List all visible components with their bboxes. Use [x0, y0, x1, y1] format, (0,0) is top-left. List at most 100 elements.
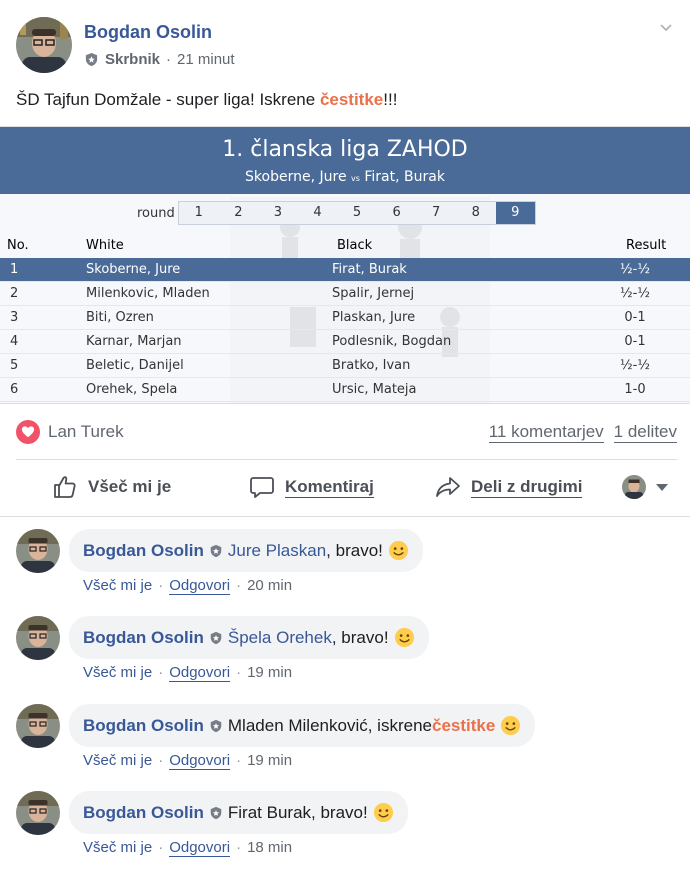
sub-vs: vs [351, 174, 360, 183]
row-no: 5 [10, 358, 19, 373]
avatar[interactable] [16, 529, 60, 573]
round-tab[interactable]: 5 [337, 202, 377, 224]
comment-highlight[interactable]: čestitke [432, 716, 495, 736]
round-tab[interactable]: 8 [456, 202, 496, 224]
admin-shield-icon [210, 631, 222, 644]
avatar[interactable] [16, 616, 60, 660]
table-row[interactable]: 5 Beletic, Danijel Bratko, Ivan ½-½ [0, 354, 690, 378]
comment-bubble: Bogdan Osolin Jure Plaskan, bravo! [69, 529, 423, 572]
author-avatar[interactable] [16, 17, 72, 73]
post-text: ŠD Tajfun Domžale - super liga! Iskrene … [16, 90, 397, 110]
sub-black: Firat, Burak [364, 169, 445, 185]
smile-emoji-icon [501, 715, 521, 736]
comment-like-link[interactable]: Všeč mi je [83, 577, 152, 595]
comment-reply-link[interactable]: Odgovori [169, 664, 231, 682]
row-no: 1 [10, 262, 19, 277]
share-button[interactable]: Deli z drugimi [435, 474, 583, 500]
table-row[interactable]: 1 Skoberne, Jure Firat, Burak ½-½ [0, 258, 690, 282]
table-row[interactable]: 2 Milenkovic, Mladen Spalir, Jernej ½-½ [0, 282, 690, 306]
admin-shield-icon [210, 544, 222, 557]
comment-like-link[interactable]: Všeč mi je [83, 839, 152, 857]
reaction-names[interactable]: Lan Turek [48, 422, 124, 442]
comment-author[interactable]: Bogdan Osolin [83, 541, 204, 561]
meta-separator: · [236, 839, 242, 856]
share-arrow-icon [436, 477, 460, 497]
thumbs-up-icon [54, 476, 76, 498]
admin-shield-icon [85, 52, 98, 67]
avatar[interactable] [16, 704, 60, 748]
round-tab[interactable]: 1 [179, 202, 219, 224]
post-as-selector[interactable] [622, 475, 668, 499]
avatar [622, 475, 646, 499]
round-tab[interactable]: 6 [377, 202, 417, 224]
round-tab[interactable]: 2 [219, 202, 259, 224]
col-header-result: Result [626, 238, 667, 253]
post-text-highlight[interactable]: čestitke [320, 90, 383, 109]
facebook-post: Bogdan Osolin Skrbnik · 21 minut ŠD Tajf… [0, 0, 690, 869]
table-row[interactable]: 3 Biti, Ozren Plaskan, Jure 0-1 [0, 306, 690, 330]
table-row[interactable]: 6 Orehek, Spela Ursic, Mateja 1-0 [0, 378, 690, 402]
league-title: 1. članska liga ZAHOD [222, 137, 468, 162]
league-results-image[interactable]: 1. članska liga ZAHOD Skoberne, Jure vs … [0, 126, 690, 404]
meta-separator: · [158, 839, 164, 856]
comment-bubble: Bogdan Osolin Mladen Milenković, iskrene… [69, 704, 536, 747]
sub-white: Skoberne, Jure [245, 169, 347, 185]
round-tab-active[interactable]: 9 [495, 202, 536, 224]
col-header-no: No. [7, 238, 29, 253]
comment-actions: Všeč mi je · Odgovori · 18 min [83, 839, 292, 857]
row-white: Beletic, Danijel [86, 358, 184, 373]
reactions-summary[interactable]: Lan Turek [16, 420, 124, 444]
avatar[interactable] [16, 791, 60, 835]
row-result: ½-½ [620, 262, 650, 277]
post-time[interactable]: 21 minut [177, 51, 235, 68]
comment-mention[interactable]: Špela Orehek [228, 628, 332, 648]
comment-author[interactable]: Bogdan Osolin [83, 716, 204, 736]
round-tab[interactable]: 7 [416, 202, 456, 224]
post-actions-bar: Všeč mi je Komentiraj Deli z drugimi [0, 466, 690, 510]
comment-time[interactable]: 18 min [247, 839, 292, 857]
meta-separator: · [158, 664, 164, 681]
like-label: Všeč mi je [88, 477, 172, 496]
shares-count-link[interactable]: 1 delitev [613, 422, 677, 443]
engagement-counts: 11 komentarjev 1 delitev [488, 422, 677, 443]
round-selector[interactable]: 1 2 3 4 5 6 7 8 9 [178, 201, 536, 225]
comment-actions: Všeč mi je · Odgovori · 20 min [83, 577, 292, 595]
round-tab[interactable]: 3 [258, 202, 298, 224]
table-row[interactable]: 4 Karnar, Marjan Podlesnik, Bogdan 0-1 [0, 330, 690, 354]
meta-separator: · [158, 752, 164, 769]
comment-time[interactable]: 20 min [247, 577, 292, 595]
row-black: Firat, Burak [332, 262, 407, 277]
comment-time[interactable]: 19 min [247, 752, 292, 770]
comment-text: , bravo! [326, 540, 383, 560]
row-black: Plaskan, Jure [332, 310, 416, 325]
row-black: Bratko, Ivan [332, 358, 411, 373]
round-tab[interactable]: 4 [298, 202, 338, 224]
row-black: Spalir, Jernej [332, 286, 415, 301]
comment-like-link[interactable]: Všeč mi je [83, 752, 152, 770]
row-result: 0-1 [624, 310, 646, 325]
chevron-down-icon[interactable] [658, 20, 674, 36]
comment-button[interactable]: Komentiraj [249, 474, 374, 500]
comment-author[interactable]: Bogdan Osolin [83, 628, 204, 648]
comment-author[interactable]: Bogdan Osolin [83, 803, 204, 823]
comment-text: Firat Burak, bravo! [227, 802, 368, 822]
like-button[interactable]: Všeč mi je [52, 474, 171, 500]
comments-count-link[interactable]: 11 komentarjev [488, 422, 604, 443]
row-white: Karnar, Marjan [86, 334, 182, 349]
round-label: round [137, 206, 175, 221]
meta-separator: · [166, 51, 172, 68]
comment-reply-link[interactable]: Odgovori [169, 752, 231, 770]
smile-emoji-icon [388, 540, 408, 561]
author-name[interactable]: Bogdan Osolin [84, 22, 212, 43]
caret-down-icon [656, 483, 668, 491]
league-header: 1. članska liga ZAHOD Skoberne, Jure vs … [0, 127, 690, 194]
comment-time[interactable]: 19 min [247, 664, 292, 682]
comment-like-link[interactable]: Všeč mi je [83, 664, 152, 682]
row-result: ½-½ [620, 286, 650, 301]
results-table: 1 Skoberne, Jure Firat, Burak ½-½ 2 Mile… [0, 258, 690, 402]
comment-reply-link[interactable]: Odgovori [169, 839, 231, 857]
comment-mention[interactable]: Jure Plaskan [228, 541, 326, 561]
comment-reply-link[interactable]: Odgovori [169, 577, 231, 595]
smile-emoji-icon [373, 802, 393, 823]
comment-actions: Všeč mi je · Odgovori · 19 min [83, 752, 292, 770]
